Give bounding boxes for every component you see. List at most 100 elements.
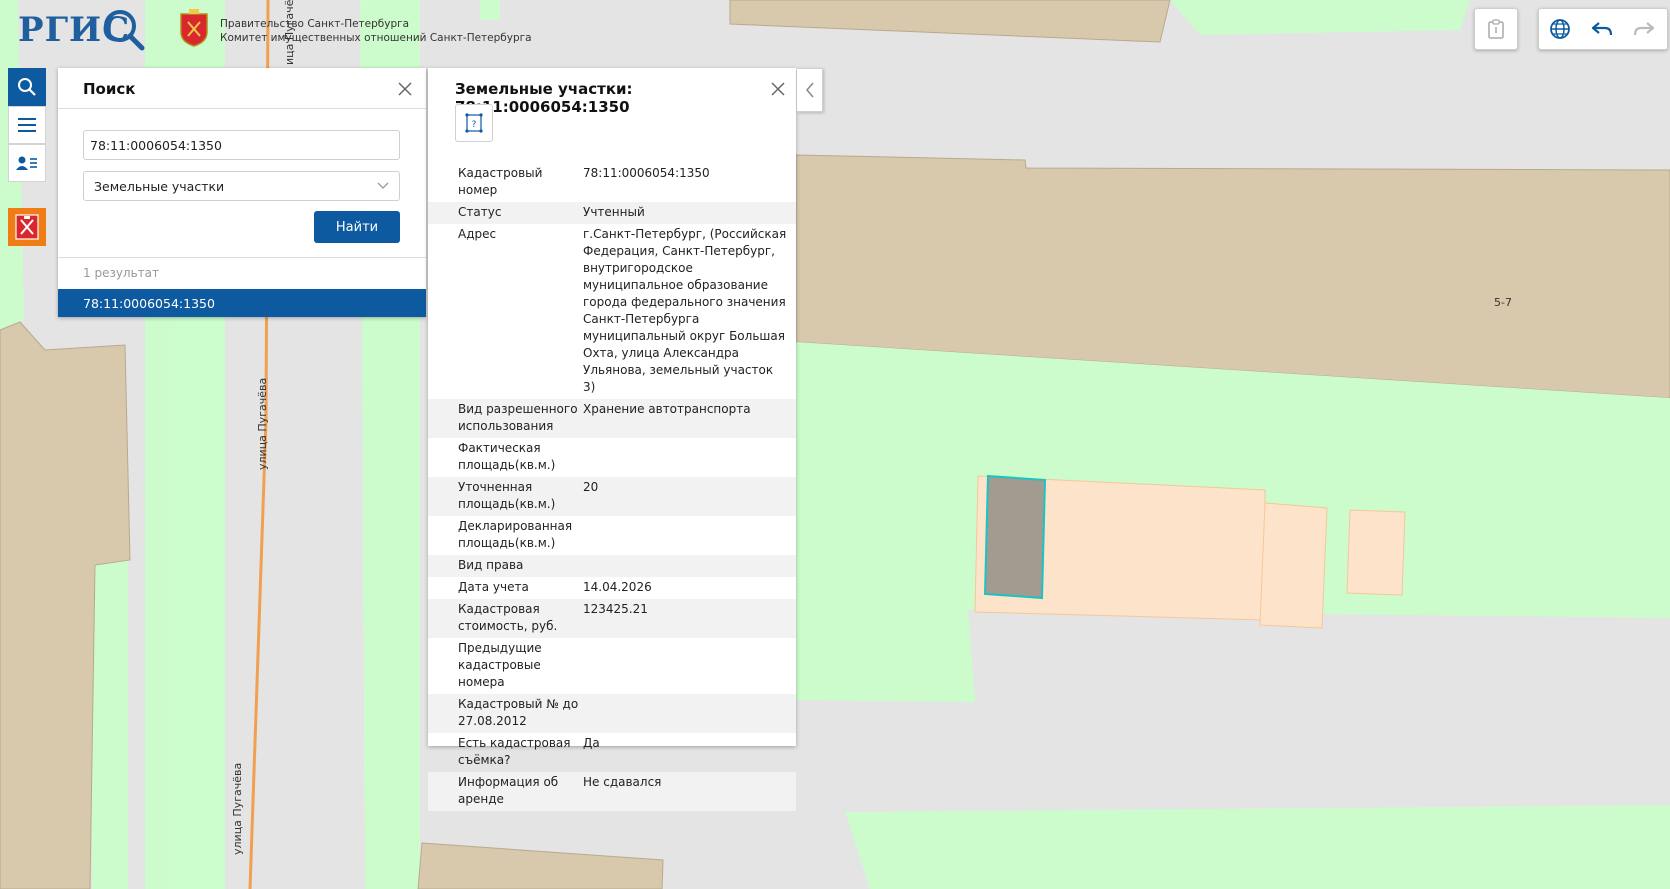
attribute-row: Уточненная площадь(кв.м.) 20 xyxy=(428,477,796,516)
attribute-value xyxy=(583,518,793,552)
attribute-row: Информация об аренде Не сдавался xyxy=(428,772,796,811)
attribute-value: 78:11:0006054:1350 xyxy=(583,166,710,180)
info-panel: Земельные участки: 78:11:0006054:1350 ? … xyxy=(428,68,796,811)
magnifier-logo-icon xyxy=(104,10,145,51)
clipboard-icon xyxy=(1488,19,1504,39)
organization-title: Правительство Санкт-Петербурга Комитет и… xyxy=(220,17,532,45)
redo-button[interactable] xyxy=(1623,9,1665,49)
parcel-document-button[interactable]: ? xyxy=(455,104,493,142)
user-list-button[interactable] xyxy=(8,144,46,182)
chevron-down-icon xyxy=(377,182,389,189)
attribute-key: Декларированная площадь(кв.м.) xyxy=(458,519,573,550)
street-label: улица Пугачёва xyxy=(231,763,244,855)
attribute-row: Предыдущие кадастровые номера xyxy=(428,638,796,694)
attribute-key: Кадастровый номер xyxy=(458,166,543,197)
close-icon xyxy=(398,82,412,96)
search-submit-button[interactable]: Найти xyxy=(314,211,400,243)
attribute-row: Дата учета 14.04.2026 xyxy=(428,577,796,599)
coat-of-arms-icon xyxy=(180,9,208,47)
attribute-row: Вид разрешенного использования Хранение а… xyxy=(428,399,796,438)
org-line-1: Правительство Санкт-Петербурга xyxy=(220,18,410,30)
attribute-value: Не сдавался xyxy=(583,775,662,789)
green-area xyxy=(845,805,1670,889)
attribute-value: 20 xyxy=(583,480,599,494)
user-list-icon xyxy=(16,156,37,170)
search-type-select[interactable]: Земельные участки xyxy=(83,171,400,201)
attribute-value xyxy=(583,557,793,574)
result-count: 1 результат xyxy=(83,266,160,280)
spb-emblem-icon xyxy=(15,214,39,240)
parcel xyxy=(1346,509,1406,596)
attribute-row: Фактическая площадь(кв.м.) xyxy=(428,438,796,477)
org-line-2: Комитет имущественных отношений Санкт-Пе… xyxy=(220,32,532,44)
search-panel-title: Поиск xyxy=(83,80,136,98)
search-panel: Поиск Земельные участки Найти 1 результа… xyxy=(58,68,426,317)
attribute-key: Есть кадастровая съёмка? xyxy=(458,736,571,767)
divider xyxy=(58,257,426,258)
attribute-value: Хранение автотранспорта xyxy=(583,402,751,416)
search-close-button[interactable] xyxy=(396,80,414,98)
green-area xyxy=(175,300,225,889)
attribute-value: 123425.21 xyxy=(583,602,648,616)
attribute-value: г.Санкт-Петербург, (Российская Федерация… xyxy=(583,227,787,394)
attribute-value: 14.04.2026 xyxy=(583,580,652,594)
attribute-key: Статус xyxy=(458,205,502,219)
chevron-left-icon xyxy=(805,82,814,98)
undo-button[interactable] xyxy=(1581,9,1623,49)
search-result-item[interactable]: 78:11:0006054:1350 xyxy=(58,289,426,317)
layers-menu-button[interactable] xyxy=(8,106,46,144)
attribute-value xyxy=(583,640,793,691)
rgis-logo[interactable]: РГИС xyxy=(8,4,145,51)
parcel-document-icon: ? xyxy=(465,113,483,133)
collapse-panel-button[interactable] xyxy=(797,68,823,112)
search-icon xyxy=(18,78,36,96)
attribute-row: Кадастровая стоимость, руб. 123425.21 xyxy=(428,599,796,638)
menu-icon xyxy=(18,118,36,132)
svg-text:?: ? xyxy=(472,120,477,130)
attribute-key: Фактическая площадь(кв.м.) xyxy=(458,441,556,472)
attribute-key: Уточненная площадь(кв.м.) xyxy=(458,480,556,511)
undo-icon xyxy=(1591,22,1613,36)
search-tool-button[interactable] xyxy=(8,68,46,106)
language-button[interactable] xyxy=(1539,9,1581,49)
attribute-key: Кадастровая стоимость, руб. xyxy=(458,602,558,633)
attribute-key: Информация об аренде xyxy=(458,775,559,806)
attribute-key: Вид права xyxy=(458,558,524,572)
clipboard-button[interactable] xyxy=(1474,8,1518,50)
building-number-label: 5-7 xyxy=(1494,296,1512,309)
close-icon xyxy=(771,82,785,96)
attribute-value xyxy=(583,696,793,730)
parcel xyxy=(1259,502,1328,629)
attribute-row: Вид права xyxy=(428,555,796,577)
attribute-key: Кадастровый № до 27.08.2012 xyxy=(458,697,579,728)
attribute-row: Декларированная площадь(кв.м.) xyxy=(428,516,796,555)
info-panel-title: Земельные участки: 78:11:0006054:1350 xyxy=(455,80,633,116)
green-area xyxy=(1170,0,1470,35)
attribute-row: Кадастровый № до 27.08.2012 xyxy=(428,694,796,733)
left-toolbar xyxy=(8,68,46,182)
street-label: улица Пугачёва xyxy=(256,378,269,470)
attribute-table: Кадастровый номер 78:11:0006054:1350 Стату… xyxy=(428,163,796,811)
attribute-row: Кадастровый номер 78:11:0006054:1350 xyxy=(428,163,796,202)
attribute-row: Есть кадастровая съёмка? Да xyxy=(428,733,796,772)
search-type-value: Земельные участки xyxy=(94,178,225,194)
attribute-value: Да xyxy=(583,736,600,750)
attribute-row: Адрес г.Санкт-Петербург, (Российская Феде… xyxy=(428,224,796,399)
attribute-value xyxy=(583,440,793,474)
redo-icon xyxy=(1633,22,1655,36)
attribute-key: Вид разрешенного использования xyxy=(458,402,578,433)
paved-area xyxy=(968,610,1670,735)
map-tool-group xyxy=(1538,8,1668,50)
spb-emblem-button[interactable] xyxy=(8,208,46,246)
globe-icon xyxy=(1550,19,1570,39)
divider xyxy=(58,108,426,109)
search-input[interactable] xyxy=(83,130,400,160)
attribute-key: Предыдущие кадастровые номера xyxy=(458,641,542,689)
info-close-button[interactable] xyxy=(769,80,787,98)
green-area xyxy=(90,560,128,889)
attribute-key: Дата учета xyxy=(458,580,529,594)
attribute-value: Учтенный xyxy=(583,205,645,219)
selected-parcel[interactable] xyxy=(983,474,1047,600)
attribute-row: Статус Учтенный xyxy=(428,202,796,224)
attribute-key: Адрес xyxy=(458,227,497,241)
